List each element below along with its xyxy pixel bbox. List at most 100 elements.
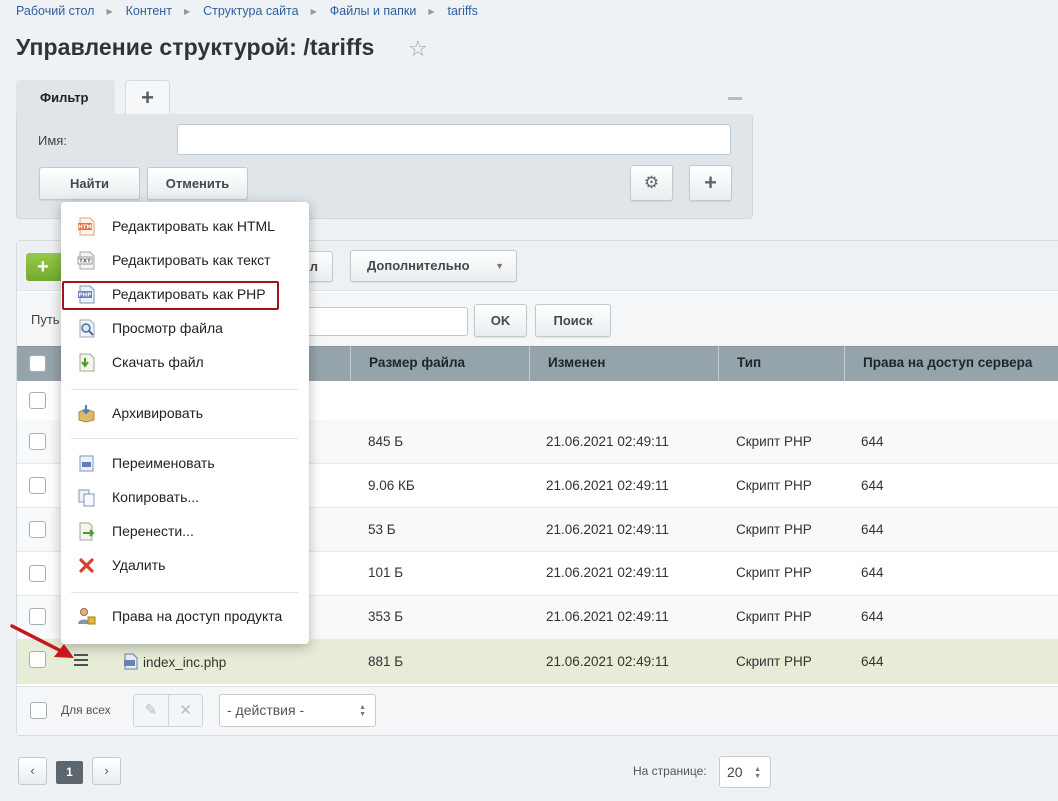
per-page-select[interactable]: 20 ▲ ▼ bbox=[719, 756, 771, 788]
path-input[interactable] bbox=[300, 307, 468, 336]
file-type: Скрипт PHP bbox=[736, 654, 812, 669]
row-checkbox[interactable] bbox=[29, 392, 46, 409]
chevron-left-icon: ‹ bbox=[30, 763, 35, 778]
add-filter-tab-button[interactable]: + bbox=[125, 80, 170, 114]
actions-select[interactable]: - действия - ▲ ▼ bbox=[219, 694, 376, 727]
row-checkbox[interactable] bbox=[29, 433, 46, 450]
tab-filter[interactable]: Фильтр bbox=[16, 80, 115, 114]
row-checkbox[interactable] bbox=[29, 521, 46, 538]
file-size: 53 Б bbox=[368, 522, 396, 537]
prev-page-button[interactable]: ‹ bbox=[18, 757, 47, 785]
column-header-size[interactable]: Размер файла bbox=[350, 346, 529, 381]
annotation-arrow-icon bbox=[10, 624, 74, 658]
txt-icon-text: TXT bbox=[79, 259, 91, 265]
select-all-checkbox[interactable] bbox=[29, 355, 46, 372]
file-type: Скрипт PHP bbox=[736, 478, 812, 493]
menu-item-label: Редактировать как HTML bbox=[112, 218, 275, 234]
breadcrumb-link[interactable]: Структура сайта bbox=[203, 4, 299, 18]
column-header-modified[interactable]: Изменен bbox=[529, 346, 718, 381]
breadcrumb-link[interactable]: Файлы и папки bbox=[330, 4, 417, 18]
menu-item-download[interactable]: Скачать файл bbox=[73, 347, 305, 377]
menu-item-label: Переименовать bbox=[112, 455, 215, 471]
chevron-right-icon: ▶ bbox=[310, 6, 317, 16]
menu-item-label: Удалить bbox=[112, 557, 166, 573]
breadcrumb-link[interactable]: tariffs bbox=[448, 4, 478, 18]
filter-settings-button[interactable]: ⚙ bbox=[630, 165, 673, 201]
menu-item-view-file[interactable]: Просмотр файла bbox=[73, 313, 305, 343]
breadcrumb: Рабочий стол ▶ Контент ▶ Структура сайта… bbox=[16, 3, 478, 19]
file-name-link[interactable]: index_inc.php bbox=[143, 655, 226, 670]
name-field-label: Имя: bbox=[38, 133, 67, 148]
column-header-type[interactable]: Тип bbox=[718, 346, 844, 381]
modified-date: 21.06.2021 02:49:11 bbox=[546, 565, 669, 580]
modified-date: 21.06.2021 02:49:11 bbox=[546, 609, 669, 624]
menu-item-archive[interactable]: Архивировать bbox=[73, 398, 305, 428]
chevron-right-icon: ▶ bbox=[183, 6, 191, 16]
download-file-icon bbox=[79, 353, 95, 372]
menu-item-move[interactable]: Перенести... bbox=[73, 516, 305, 546]
delete-selected-button[interactable]: ✕ bbox=[168, 694, 203, 727]
menu-item-edit-html[interactable]: HTM Редактировать как HTML bbox=[73, 211, 305, 241]
menu-item-product-rights[interactable]: Права на доступ продукта bbox=[73, 601, 305, 631]
file-type: Скрипт PHP bbox=[736, 522, 812, 537]
row-checkbox[interactable] bbox=[29, 477, 46, 494]
column-header-rights[interactable]: Права на доступ сервера bbox=[844, 346, 1058, 381]
search-button[interactable]: Поиск bbox=[535, 304, 611, 337]
menu-item-copy[interactable]: Копировать... bbox=[73, 482, 305, 512]
star-icon[interactable]: ☆ bbox=[408, 38, 430, 60]
breadcrumb-link[interactable]: Рабочий стол bbox=[16, 4, 94, 18]
menu-item-edit-text[interactable]: TXT Редактировать как текст bbox=[73, 245, 305, 275]
chevron-right-icon: › bbox=[104, 763, 109, 778]
menu-item-label: Архивировать bbox=[112, 405, 204, 421]
row-checkbox[interactable] bbox=[29, 565, 46, 582]
menu-item-label: Скачать файл bbox=[112, 354, 204, 370]
gear-icon: ⚙ bbox=[643, 173, 660, 192]
edit-selected-button[interactable]: ✎ bbox=[133, 694, 169, 727]
txt-file-icon: TXT bbox=[77, 251, 95, 270]
collapse-icon[interactable] bbox=[728, 97, 742, 100]
magnifier-file-icon bbox=[79, 319, 95, 338]
more-dropdown-button[interactable]: Дополнительно ▼ bbox=[350, 250, 517, 282]
find-button[interactable]: Найти bbox=[39, 167, 140, 200]
menu-item-rename[interactable]: Переименовать bbox=[73, 448, 305, 478]
add-button[interactable]: + bbox=[26, 253, 64, 281]
menu-divider bbox=[71, 389, 298, 390]
file-size: 845 Б bbox=[368, 434, 404, 449]
modified-date: 21.06.2021 02:49:11 bbox=[546, 434, 669, 449]
next-page-button[interactable]: › bbox=[92, 757, 121, 785]
file-size: 353 Б bbox=[368, 609, 404, 624]
access-rights: 644 bbox=[861, 434, 884, 449]
chevron-right-icon: ▶ bbox=[106, 6, 113, 16]
menu-divider bbox=[71, 438, 298, 439]
access-rights: 644 bbox=[861, 609, 884, 624]
rename-icon bbox=[79, 455, 94, 472]
access-rights: 644 bbox=[861, 522, 884, 537]
close-icon: ✕ bbox=[179, 702, 192, 719]
per-page-value: 20 bbox=[727, 764, 743, 780]
file-size: 9.06 КБ bbox=[368, 478, 415, 493]
file-size: 881 Б bbox=[368, 654, 404, 669]
add-filter-field-button[interactable]: + bbox=[689, 165, 732, 201]
name-input[interactable] bbox=[177, 124, 731, 155]
file-size: 101 Б bbox=[368, 565, 404, 580]
highlight-frame bbox=[62, 281, 279, 310]
menu-item-delete[interactable]: Удалить bbox=[73, 550, 305, 580]
ok-button[interactable]: OK bbox=[474, 304, 527, 337]
copy-icon bbox=[78, 489, 95, 507]
select-arrows-icon: ▲ ▼ bbox=[359, 704, 366, 718]
more-label: Дополнительно bbox=[367, 258, 470, 273]
modified-date: 21.06.2021 02:49:11 bbox=[546, 654, 669, 669]
file-type: Скрипт PHP bbox=[736, 565, 812, 580]
move-icon bbox=[79, 522, 95, 541]
access-rights: 644 bbox=[861, 565, 884, 580]
breadcrumb-link[interactable]: Контент bbox=[126, 4, 172, 18]
file-type: Скрипт PHP bbox=[736, 434, 812, 449]
modified-date: 21.06.2021 02:49:11 bbox=[546, 478, 669, 493]
cancel-button[interactable]: Отменить bbox=[147, 167, 248, 200]
current-page[interactable]: 1 bbox=[56, 761, 83, 784]
actions-select-value: - действия - bbox=[227, 702, 305, 718]
chevron-down-icon: ▼ bbox=[495, 261, 504, 271]
modified-date: 21.06.2021 02:49:11 bbox=[546, 522, 669, 537]
apply-to-all-checkbox[interactable] bbox=[30, 702, 47, 719]
menu-item-label: Права на доступ продукта bbox=[112, 608, 283, 624]
